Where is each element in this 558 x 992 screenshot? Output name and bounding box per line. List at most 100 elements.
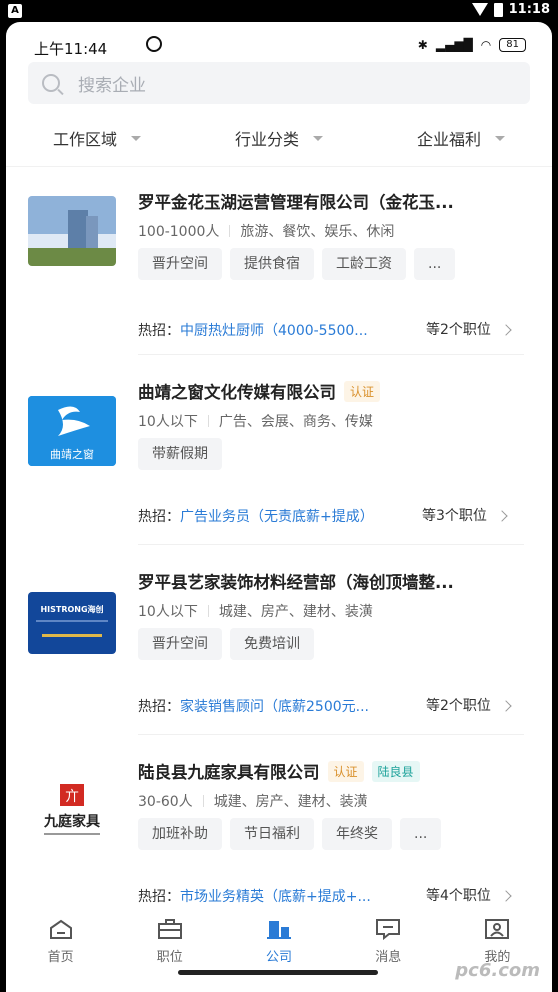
hot-job-link[interactable]: 中厨热灶厨师（4000-5500... bbox=[180, 320, 414, 340]
tab-label: 首页 bbox=[47, 950, 74, 965]
hot-job-link[interactable]: 市场业务精英（底薪+提成+... bbox=[180, 886, 414, 906]
gesture-home-bar[interactable] bbox=[178, 970, 378, 975]
benefit-tag: 晋升空间 bbox=[138, 248, 222, 280]
battery-icon bbox=[493, 2, 503, 17]
caret-down-icon bbox=[495, 135, 505, 141]
divider bbox=[6, 166, 552, 167]
hot-label: 热招： bbox=[138, 323, 180, 339]
logo-text: 曲靖之窗 bbox=[50, 447, 94, 461]
more-jobs-count: 等2个职位 bbox=[426, 322, 491, 338]
more-jobs-count: 等3个职位 bbox=[422, 508, 487, 524]
region-badge: 陆良县 bbox=[371, 760, 420, 782]
svg-text:亣: 亣 bbox=[65, 789, 79, 805]
company-size: 30-60人 bbox=[138, 794, 193, 810]
benefit-tags: 晋升空间 提供食宿 工龄工资 ... bbox=[138, 248, 524, 280]
company-card[interactable]: HISTRONG海创 罗平县艺家装饰材料经营部（海创顶墙整... 10人以下 城… bbox=[6, 562, 552, 735]
chevron-right-icon bbox=[500, 700, 512, 712]
hot-job-row[interactable]: 热招： 家装销售顾问（底薪2500元... 等2个职位 bbox=[138, 686, 524, 726]
company-industry: 广告、会展、商务、传媒 bbox=[218, 414, 373, 430]
divider bbox=[138, 544, 524, 545]
meta-separator bbox=[202, 795, 204, 807]
benefit-tag: 节日福利 bbox=[230, 818, 314, 850]
company-logo: HISTRONG海创 bbox=[28, 592, 116, 654]
inner-status-bar: 上午11:44 ✱ ▂▄▆█ ◠ 81 bbox=[6, 22, 552, 62]
company-size: 10人以下 bbox=[138, 604, 198, 620]
search-input[interactable]: 搜索企业 bbox=[28, 62, 530, 104]
system-status-bar: A 11:18 bbox=[0, 0, 558, 22]
tab-label: 消息 bbox=[375, 950, 402, 965]
chevron-right-icon bbox=[500, 324, 512, 336]
company-name: 陆良县九庭家具有限公司 bbox=[138, 763, 320, 782]
benefit-tag: 工龄工资 bbox=[322, 248, 406, 280]
tab-label: 职位 bbox=[156, 950, 183, 965]
company-icon bbox=[267, 921, 291, 939]
company-card[interactable]: 亣 九庭家具 陆良县九庭家具有限公司 认证 陆良县 30-60人 城建、房产、建… bbox=[6, 752, 552, 922]
company-industry: 城建、房产、建材、装潢 bbox=[213, 794, 368, 810]
company-name: 曲靖之窗文化传媒有限公司 bbox=[138, 383, 336, 402]
filter-benefits[interactable]: 企业福利 bbox=[370, 118, 552, 158]
tab-messages[interactable]: 消息 bbox=[334, 912, 443, 992]
status-time: 上午11:44 bbox=[34, 40, 108, 58]
company-card[interactable]: 曲靖之窗 曲靖之窗文化传媒有限公司 认证 10人以下 广告、会展、商务、传媒 带… bbox=[6, 372, 552, 545]
hot-job-link[interactable]: 家装销售顾问（底薪2500元... bbox=[180, 696, 414, 716]
meta-separator bbox=[229, 225, 231, 237]
battery-level: 81 bbox=[499, 38, 526, 52]
tab-company[interactable]: 公司 bbox=[224, 912, 333, 992]
filter-industry[interactable]: 行业分类 bbox=[188, 118, 370, 158]
benefit-tag: 带薪假期 bbox=[138, 438, 222, 470]
hot-job-row[interactable]: 热招： 中厨热灶厨师（4000-5500... 等2个职位 bbox=[138, 310, 524, 350]
meta-separator bbox=[207, 605, 209, 617]
signal-icon: ▂▄▆█ bbox=[435, 38, 473, 52]
company-industry: 城建、房产、建材、装潢 bbox=[218, 604, 373, 620]
filter-label: 工作区域 bbox=[52, 130, 117, 149]
more-jobs-count: 等2个职位 bbox=[426, 698, 491, 714]
hot-job-row[interactable]: 热招： 广告业务员（无责底薪+提成） 等3个职位 bbox=[138, 496, 524, 536]
caret-down-icon bbox=[131, 135, 141, 141]
hot-label: 热招： bbox=[138, 889, 180, 905]
benefit-tag: ... bbox=[414, 248, 456, 280]
benefit-tag: 晋升空间 bbox=[138, 628, 222, 660]
company-logo: 曲靖之窗 bbox=[28, 396, 116, 466]
app-screen: 上午11:44 ✱ ▂▄▆█ ◠ 81 搜索企业 工作区域 行业分类 企业福利 bbox=[6, 22, 552, 992]
benefit-tag: 加班补助 bbox=[138, 818, 222, 850]
hot-job-row[interactable]: 热招： 市场业务精英（底薪+提成+... 等4个职位 bbox=[138, 876, 524, 916]
search-icon bbox=[42, 74, 60, 92]
filter-work-area[interactable]: 工作区域 bbox=[6, 118, 188, 158]
chevron-right-icon bbox=[496, 510, 508, 522]
meta-separator bbox=[207, 415, 209, 427]
company-card[interactable]: 罗平金花玉湖运营管理有限公司（金花玉... 100-1000人 旅游、餐饮、娱乐… bbox=[6, 182, 552, 355]
logo-text: HISTRONG海创 bbox=[40, 604, 103, 614]
logo-text: 九庭家具 bbox=[43, 813, 100, 830]
profile-icon bbox=[485, 919, 510, 939]
more-jobs-count: 等4个职位 bbox=[426, 888, 491, 904]
search-placeholder: 搜索企业 bbox=[78, 75, 146, 96]
company-size: 10人以下 bbox=[138, 414, 198, 430]
tab-label: 公司 bbox=[266, 950, 293, 965]
company-name: 罗平金花玉湖运营管理有限公司（金花玉... bbox=[138, 193, 454, 212]
bluetooth-icon: ✱ bbox=[417, 38, 428, 52]
tab-jobs[interactable]: 职位 bbox=[115, 912, 224, 992]
chevron-right-icon bbox=[500, 890, 512, 902]
filter-label: 企业福利 bbox=[416, 130, 481, 149]
company-name: 罗平县艺家装饰材料经营部（海创顶墙整... bbox=[138, 573, 454, 592]
caret-down-icon bbox=[313, 135, 323, 141]
benefit-tag: 免费培训 bbox=[230, 628, 314, 660]
benefit-tag: 年终奖 bbox=[322, 818, 392, 850]
briefcase-icon bbox=[157, 919, 182, 939]
benefit-tags: 加班补助 节日福利 年终奖 ... bbox=[138, 818, 524, 850]
benefit-tags: 带薪假期 bbox=[138, 438, 524, 470]
divider bbox=[138, 734, 524, 735]
wifi-icon: ◠ bbox=[480, 38, 492, 52]
message-icon bbox=[376, 919, 401, 940]
verified-badge: 认证 bbox=[327, 760, 364, 782]
tab-home[interactable]: 首页 bbox=[6, 912, 115, 992]
benefit-tag: ... bbox=[400, 818, 442, 850]
company-logo: 亣 九庭家具 bbox=[28, 778, 116, 844]
wifi-icon bbox=[471, 3, 488, 16]
company-logo bbox=[28, 196, 116, 266]
app-notification-icon: A bbox=[8, 4, 22, 18]
hot-job-link[interactable]: 广告业务员（无责底薪+提成） bbox=[180, 506, 410, 526]
benefit-tags: 晋升空间 免费培训 bbox=[138, 628, 524, 660]
verified-badge: 认证 bbox=[344, 380, 381, 402]
system-time: 11:18 bbox=[508, 2, 550, 17]
